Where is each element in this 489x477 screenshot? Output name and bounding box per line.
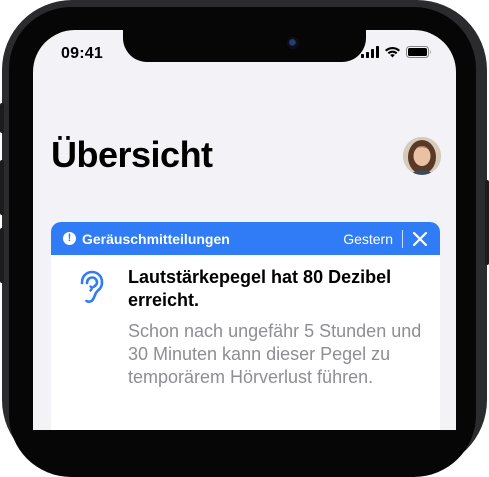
volume-up-button (0, 160, 4, 215)
header-divider (402, 229, 403, 248)
wifi-icon (385, 46, 400, 58)
notification-headline: Lautstärkepegel hat 80 Dezibel erreicht. (128, 267, 392, 310)
close-icon[interactable] (412, 231, 428, 247)
avatar[interactable] (403, 137, 441, 175)
status-time: 09:41 (61, 45, 103, 62)
notification-date: Gestern (343, 230, 393, 247)
side-button (0, 103, 4, 133)
volume-down-button (0, 228, 4, 283)
notification-card[interactable]: ! Geräuschmitteilungen Gestern Lautstärk… (51, 222, 440, 430)
screen: 09:41 Übersicht ! Geräuschmitteilungen G… (33, 30, 456, 430)
page-title: Übersicht (51, 134, 213, 175)
status-icons (361, 46, 432, 58)
notification-header: ! Geräuschmitteilungen Gestern (51, 222, 440, 255)
power-button (485, 180, 489, 265)
alert-icon: ! (63, 232, 76, 245)
ear-icon (80, 270, 104, 303)
battery-icon (406, 46, 431, 58)
signal-icon (361, 46, 379, 58)
camera-icon (287, 37, 299, 49)
notification-header-right: Gestern (343, 222, 428, 255)
notification-category: Geräuschmitteilungen (82, 230, 230, 247)
notch (123, 30, 366, 62)
notification-body: Schon nach ungefähr 5 Stunden und 30 Min… (128, 321, 422, 387)
avatar-image (403, 137, 441, 175)
